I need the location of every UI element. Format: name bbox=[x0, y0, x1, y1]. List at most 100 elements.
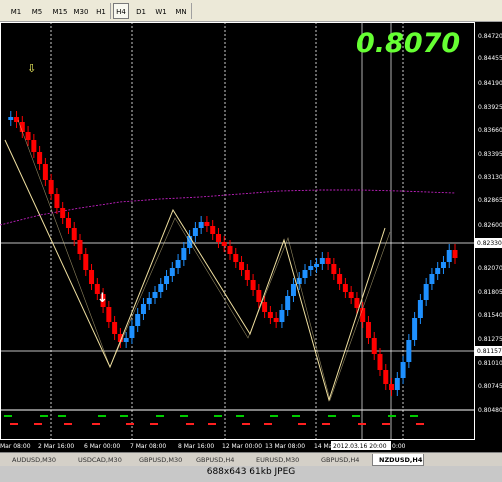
symbol-tab-gbpusd-h4[interactable]: GBPUSD,H4 bbox=[190, 454, 246, 466]
bull-candle bbox=[175, 260, 181, 268]
time-crosshair-label: 2012.03.16 20:00 bbox=[333, 443, 387, 450]
bear-candle bbox=[365, 322, 371, 338]
price-axis-label: 0.81540 bbox=[478, 312, 502, 319]
price-axis-label: 0.80480 bbox=[478, 407, 502, 414]
price-axis-label: 0.84720 bbox=[478, 33, 502, 40]
bear-candle bbox=[256, 290, 262, 302]
symbol-tab-gbpusd-h4[interactable]: GBPUSD,H4 bbox=[315, 454, 370, 466]
time-axis-label: 0:00 bbox=[392, 443, 406, 450]
time-axis-label: 12 Mar 00:00 bbox=[222, 443, 262, 450]
price-axis-label: 0.82070 bbox=[478, 265, 502, 272]
bear-candle bbox=[71, 228, 77, 240]
timeframe-button-m30[interactable]: M30 bbox=[72, 3, 90, 19]
bull-candle bbox=[440, 262, 446, 268]
price-axis-label: 0.84455 bbox=[478, 55, 502, 62]
bull-candle bbox=[446, 250, 452, 262]
toolbar-separator bbox=[191, 3, 192, 19]
symbol-tab-eurusd-m30[interactable]: EURUSD,M30 bbox=[250, 454, 312, 466]
symbol-tab-usdcad-m30[interactable]: USDCAD,M30 bbox=[72, 454, 130, 466]
bull-candle bbox=[429, 274, 435, 284]
bear-candle bbox=[239, 262, 245, 270]
bear-candle bbox=[54, 194, 60, 208]
bull-candle bbox=[192, 228, 198, 236]
bull-candle bbox=[181, 248, 187, 260]
price-axis-label: 0.83130 bbox=[478, 174, 502, 181]
bull-candle bbox=[435, 268, 441, 274]
time-axis-label: 2 Mar 16:00 bbox=[38, 443, 74, 450]
bear-candle bbox=[354, 298, 360, 308]
signal-arrow-icon: ⇩ bbox=[27, 62, 36, 75]
bear-candle bbox=[42, 164, 48, 180]
current-price-tag: 0.82330 bbox=[477, 240, 502, 247]
timeframe-button-m1[interactable]: M1 bbox=[8, 3, 24, 19]
bear-candle bbox=[83, 254, 89, 270]
bear-candle bbox=[262, 302, 268, 312]
bull-candle bbox=[308, 266, 314, 270]
bear-candle bbox=[244, 270, 250, 280]
bull-candle bbox=[129, 326, 135, 338]
bear-candle bbox=[331, 264, 337, 274]
bear-candle bbox=[360, 308, 366, 322]
bull-candle bbox=[290, 284, 296, 296]
timeframe-button-w1[interactable]: W1 bbox=[153, 3, 169, 19]
bull-candle bbox=[169, 268, 175, 276]
time-axis-label: Mar 08:00 bbox=[0, 443, 31, 450]
bull-candle bbox=[394, 378, 400, 390]
bull-candle bbox=[412, 318, 418, 340]
timeframe-button-d1[interactable]: D1 bbox=[133, 3, 149, 19]
symbol-tab-gbpusd-m30[interactable]: GBPUSD,M30 bbox=[133, 454, 187, 466]
bear-candle bbox=[371, 338, 377, 354]
bear-candle bbox=[250, 280, 256, 290]
bull-candle bbox=[123, 338, 129, 342]
timeframe-button-m15[interactable]: M15 bbox=[50, 3, 70, 19]
bull-candle bbox=[158, 284, 164, 292]
timeframe-button-mn[interactable]: MN bbox=[173, 3, 189, 19]
bear-candle bbox=[267, 312, 273, 318]
bear-candle bbox=[25, 132, 31, 140]
time-axis-label: 6 Mar 00:00 bbox=[84, 443, 120, 450]
symbol-tab-audusd-m30[interactable]: AUDUSD,M30 bbox=[6, 454, 68, 466]
timeframe-toolbar: M1 M5 M15 M30 H1 H4 D1 W1 MN bbox=[0, 0, 502, 22]
price-axis-label: 0.83660 bbox=[478, 127, 502, 134]
timeframe-button-h4[interactable]: H4 bbox=[113, 3, 129, 19]
bear-candle bbox=[389, 384, 395, 390]
timeframe-button-h1[interactable]: H1 bbox=[93, 3, 109, 19]
price-chart[interactable]: ↓ ⇩ 0.84720 0.84455 0.84190 0.83925 0.83660 0.8… bbox=[0, 22, 502, 452]
price-axis-label: 0.80745 bbox=[478, 383, 502, 390]
price-axis-label: 0.81010 bbox=[478, 360, 502, 367]
candles bbox=[8, 111, 458, 396]
image-info-bar: 688x643 61kb JPEG bbox=[0, 466, 502, 482]
bull-candle bbox=[152, 292, 158, 298]
bull-candle bbox=[417, 300, 423, 318]
bear-candle bbox=[221, 242, 227, 246]
bear-candle bbox=[204, 222, 210, 226]
bull-candle bbox=[406, 340, 412, 362]
bear-candle bbox=[77, 240, 83, 254]
bear-candle bbox=[65, 218, 71, 228]
bear-candle bbox=[452, 250, 458, 258]
chart-canvas[interactable]: ↓ ⇩ 0.84720 0.84455 0.84190 0.83925 0.83660 0.8… bbox=[0, 22, 502, 452]
symbol-tab-nzdusd-h4[interactable]: NZDUSD,H4 bbox=[372, 454, 424, 466]
price-axis-label: 0.81275 bbox=[478, 336, 502, 343]
bull-candle bbox=[302, 270, 308, 278]
toolbar-separator bbox=[110, 3, 111, 19]
bear-candle bbox=[377, 354, 383, 370]
bear-candle bbox=[337, 274, 343, 284]
bull-candle bbox=[319, 258, 325, 264]
bear-candle bbox=[210, 226, 216, 234]
bear-candle bbox=[60, 208, 66, 218]
bull-candle bbox=[423, 284, 429, 300]
time-axis-label: 7 Mar 08:00 bbox=[130, 443, 166, 450]
price-axis-label: 0.83925 bbox=[478, 104, 502, 111]
bear-candle bbox=[227, 246, 233, 254]
down-arrow-signal: ↓ bbox=[97, 291, 108, 306]
bear-candle bbox=[215, 234, 221, 242]
timeframe-button-m5[interactable]: M5 bbox=[28, 3, 46, 19]
bull-candle bbox=[8, 117, 14, 120]
bull-candle bbox=[135, 314, 141, 326]
bear-candle bbox=[112, 322, 118, 334]
price-axis-label: 0.81805 bbox=[478, 289, 502, 296]
symbol-tabs-bar: AUDUSD,M30 USDCAD,M30 GBPUSD,M30 GBPUSD,H4 E… bbox=[0, 452, 502, 466]
bull-candle bbox=[400, 362, 406, 378]
bear-candle bbox=[37, 152, 43, 164]
